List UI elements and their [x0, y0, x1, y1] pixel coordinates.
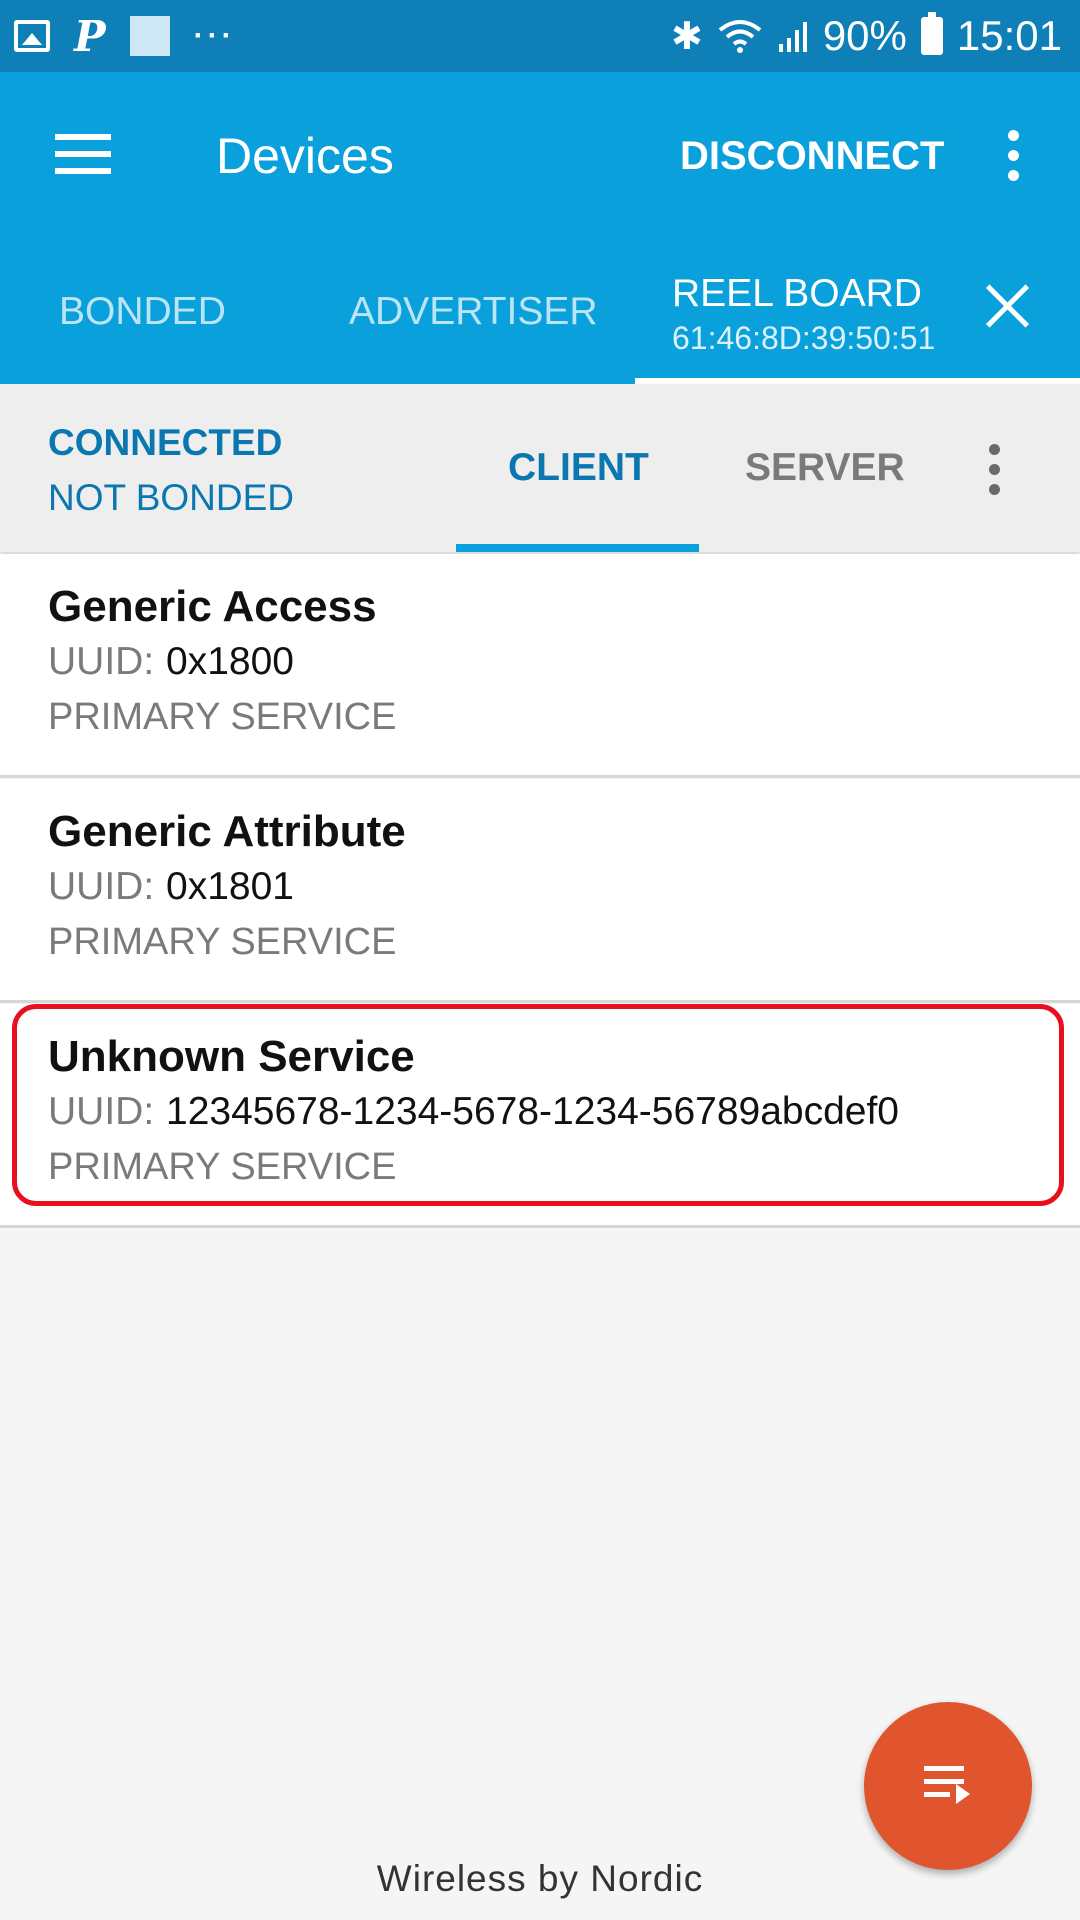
menu-icon[interactable]: [55, 134, 111, 174]
device-name: REEL BOARD: [672, 272, 922, 315]
bluetooth-icon: ✱: [670, 15, 703, 58]
service-uuid: 0x1801: [166, 865, 294, 908]
service-type: PRIMARY SERVICE: [48, 921, 397, 963]
battery-icon: [920, 12, 943, 55]
tab-client[interactable]: CLIENT: [508, 446, 649, 490]
more-dots-icon: ···: [193, 19, 236, 52]
tab-advertiser[interactable]: ADVERTISER: [349, 290, 598, 334]
battery-percent: 90%: [822, 12, 907, 59]
square-icon: [129, 16, 170, 56]
footer-brand: Wireless by Nordic: [376, 1858, 704, 1899]
status-bar-notifications: P ···: [14, 11, 236, 61]
tab-server[interactable]: SERVER: [745, 446, 905, 490]
bond-state: NOT BONDED: [48, 477, 295, 518]
device-address: 61:46:8D:39:50:51: [672, 320, 936, 356]
service-name: Generic Access: [48, 582, 377, 631]
highlight-box: [12, 1004, 1064, 1206]
service-name: Generic Attribute: [48, 807, 406, 856]
status-bar: P ··· ✱ 90% 15:01: [0, 0, 1080, 72]
signal-icon: [778, 22, 807, 52]
device-toolbar: CONNECTED NOT BONDED CLIENT SERVER: [0, 384, 1080, 552]
uuid-label: UUID:: [48, 640, 155, 683]
log-fab-button[interactable]: [864, 1702, 1032, 1870]
device-options-icon[interactable]: [989, 444, 1001, 504]
client-tab-indicator: [456, 544, 699, 552]
playlist-play-icon: [924, 1766, 974, 1806]
status-bar-system: ✱ 90% 15:01: [671, 10, 1062, 62]
wifi-icon: [718, 20, 762, 53]
service-item[interactable]: Generic Attribute UUID: 0x1801 PRIMARY S…: [0, 779, 1080, 1003]
app-bar: Devices DISCONNECT BONDED ADVERTISER REE…: [0, 72, 1080, 384]
p-icon: P: [74, 11, 106, 61]
connection-state: CONNECTED: [48, 422, 283, 463]
tab-device[interactable]: REEL BOARD 61:46:8D:39:50:51: [672, 272, 935, 357]
service-item[interactable]: Generic Access UUID: 0x1800 PRIMARY SERV…: [0, 554, 1080, 778]
tab-bonded[interactable]: BONDED: [59, 290, 226, 334]
close-icon[interactable]: [985, 282, 1031, 328]
clock: 15:01: [956, 12, 1062, 59]
page-title: Devices: [216, 128, 394, 184]
service-uuid: 0x1800: [166, 640, 294, 683]
disconnect-button[interactable]: DISCONNECT: [680, 134, 944, 179]
uuid-label: UUID:: [48, 865, 155, 908]
more-options-icon[interactable]: [1008, 130, 1020, 190]
service-type: PRIMARY SERVICE: [48, 696, 397, 738]
image-icon: [14, 20, 50, 52]
